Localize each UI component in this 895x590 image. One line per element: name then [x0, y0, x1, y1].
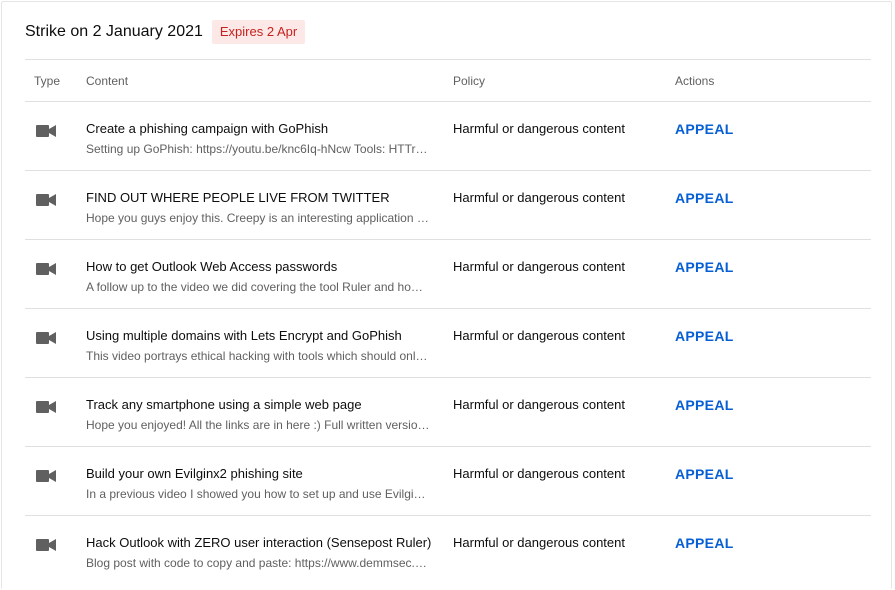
table-row: How to get Outlook Web Access passwords …	[25, 239, 871, 308]
appeal-button[interactable]: APPEAL	[675, 397, 734, 413]
video-title[interactable]: Using multiple domains with Lets Encrypt…	[86, 328, 402, 343]
strike-card: Strike on 2 January 2021 Expires 2 Apr T…	[1, 1, 892, 589]
policy-text: Harmful or dangerous content	[453, 397, 625, 412]
table-row: Using multiple domains with Lets Encrypt…	[25, 308, 871, 377]
video-description: Setting up GoPhish: https://youtu.be/knc…	[86, 142, 431, 156]
table-row: Hack Outlook with ZERO user interaction …	[25, 515, 871, 584]
video-camera-icon	[36, 194, 56, 206]
video-camera-icon	[36, 470, 56, 482]
video-title[interactable]: FIND OUT WHERE PEOPLE LIVE FROM TWITTER	[86, 190, 390, 205]
video-title[interactable]: Hack Outlook with ZERO user interaction …	[86, 535, 431, 550]
video-description: This video portrays ethical hacking with…	[86, 349, 431, 363]
appeal-button[interactable]: APPEAL	[675, 259, 734, 275]
policy-text: Harmful or dangerous content	[453, 121, 625, 136]
video-title[interactable]: How to get Outlook Web Access passwords	[86, 259, 337, 274]
video-camera-icon	[36, 332, 56, 344]
video-camera-icon	[36, 125, 56, 137]
table-row: FIND OUT WHERE PEOPLE LIVE FROM TWITTER …	[25, 170, 871, 239]
video-title[interactable]: Create a phishing campaign with GoPhish	[86, 121, 328, 136]
column-header-content: Content	[86, 74, 129, 88]
video-title[interactable]: Track any smartphone using a simple web …	[86, 397, 362, 412]
column-header-actions: Actions	[675, 74, 715, 88]
video-description: Blog post with code to copy and paste: h…	[86, 556, 431, 570]
column-header-type: Type	[34, 74, 61, 88]
video-description: Hope you enjoyed! All the links are in h…	[86, 418, 431, 432]
video-camera-icon	[36, 263, 56, 275]
appeal-button[interactable]: APPEAL	[675, 535, 734, 551]
appeal-button[interactable]: APPEAL	[675, 466, 734, 482]
strike-table: Type Content Policy Actions Create a phi…	[25, 59, 871, 584]
table-row: Create a phishing campaign with GoPhish …	[25, 101, 871, 170]
appeal-button[interactable]: APPEAL	[675, 190, 734, 206]
expires-badge: Expires 2 Apr	[211, 20, 306, 44]
appeal-button[interactable]: APPEAL	[675, 328, 734, 344]
policy-text: Harmful or dangerous content	[453, 535, 625, 550]
video-title[interactable]: Build your own Evilginx2 phishing site	[86, 466, 303, 481]
video-description: A follow up to the video we did covering…	[86, 280, 431, 294]
table-row: Track any smartphone using a simple web …	[25, 377, 871, 446]
policy-text: Harmful or dangerous content	[453, 466, 625, 481]
policy-text: Harmful or dangerous content	[453, 190, 625, 205]
column-header-policy: Policy	[453, 74, 486, 88]
strike-title: Strike on 2 January 2021	[25, 23, 203, 40]
video-description: In a previous video I showed you how to …	[86, 487, 431, 501]
video-camera-icon	[36, 539, 56, 551]
appeal-button[interactable]: APPEAL	[675, 121, 734, 137]
table-header: Type Content Policy Actions	[25, 59, 871, 101]
video-camera-icon	[36, 401, 56, 413]
table-body: Create a phishing campaign with GoPhish …	[25, 101, 871, 584]
strike-header: Strike on 2 January 2021 Expires 2 Apr	[25, 20, 306, 44]
policy-text: Harmful or dangerous content	[453, 259, 625, 274]
policy-text: Harmful or dangerous content	[453, 328, 625, 343]
table-row: Build your own Evilginx2 phishing site I…	[25, 446, 871, 515]
video-description: Hope you guys enjoy this. Creepy is an i…	[86, 211, 431, 225]
